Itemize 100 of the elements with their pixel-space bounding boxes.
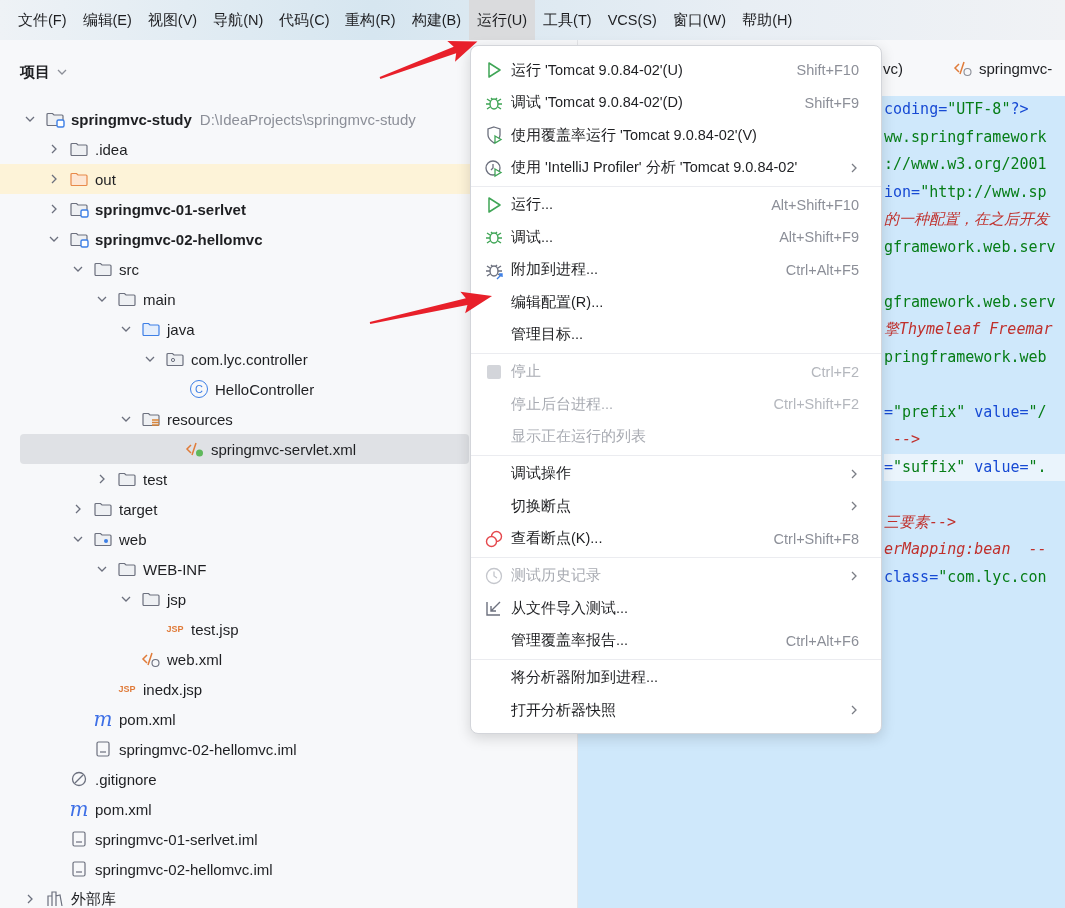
module-folder-icon xyxy=(69,200,89,218)
folder-icon xyxy=(165,350,185,368)
tree-item[interactable]: springmvc-02-hellomvc.iml xyxy=(0,734,577,764)
tree-item-label: springmvc-01-serlvet xyxy=(95,200,246,218)
xml-file-icon xyxy=(141,650,161,668)
maven-file-icon: m xyxy=(93,710,113,728)
code-line: gframework.web.serv xyxy=(884,237,1056,256)
module-folder-icon xyxy=(69,230,89,248)
tree-item[interactable]: m pom.xml xyxy=(0,794,577,824)
tree-item[interactable]: springmvc-01-serlvet.iml xyxy=(0,824,577,854)
menu-bar-item[interactable]: 帮助(H) xyxy=(734,0,801,40)
tree-item-label: springmvc-servlet.xml xyxy=(211,440,357,458)
tree-item-label: pom.xml xyxy=(95,800,152,818)
menu-item[interactable]: 管理目标... xyxy=(471,318,881,351)
tree-item-label: test.jsp xyxy=(191,620,239,638)
menu-bar-item[interactable]: 运行(U) xyxy=(468,0,536,40)
menu-bar-item[interactable]: 文件(F) xyxy=(10,0,75,40)
tree-item[interactable]: .gitignore xyxy=(0,764,577,794)
project-path: D:\IdeaProjects\springmvc-study xyxy=(199,110,416,128)
jsp-file-icon: JSP xyxy=(166,624,184,634)
menu-item[interactable]: 使用覆盖率运行 'Tomcat 9.0.84-02'(V) xyxy=(471,119,881,152)
tree-item-label: com.lyc.controller xyxy=(191,350,308,368)
menu-item[interactable]: 管理覆盖率报告... Ctrl+Alt+F6 xyxy=(471,624,881,657)
tree-item[interactable]: springmvc-02-hellomvc.iml xyxy=(0,854,577,884)
tree-item-label: springmvc-02-hellomvc xyxy=(95,230,263,248)
code-line: pringframework.web xyxy=(884,347,1047,366)
library-icon xyxy=(46,890,64,908)
menu-item[interactable]: 查看断点(K)... Ctrl+Shift+F8 xyxy=(471,522,881,555)
code-line: coding="UTF-8"?> xyxy=(884,100,1029,118)
folder-icon xyxy=(69,170,89,188)
tree-item-label: out xyxy=(95,170,116,188)
code-line: ="prefix" value="/ xyxy=(884,402,1047,421)
menu-bar-item[interactable]: VCS(S) xyxy=(599,0,665,40)
folder-icon xyxy=(93,260,113,278)
maven-file-icon: m xyxy=(69,800,89,818)
menu-item[interactable]: 打开分析器快照 xyxy=(471,694,881,727)
code-line: ="suffix" value=". xyxy=(884,457,1047,476)
editor-tab[interactable]: vc) xyxy=(883,59,903,77)
shortcut-label: Alt+Shift+F10 xyxy=(771,196,859,213)
tree-item[interactable]: 外部库 xyxy=(0,884,577,908)
folder-icon xyxy=(69,140,89,158)
file-icon xyxy=(70,830,88,848)
shortcut-label: Ctrl+Shift+F8 xyxy=(773,530,859,547)
code-line: erMapping:bean -- xyxy=(884,540,1047,558)
module-folder-icon xyxy=(45,110,65,128)
shortcut-label: Alt+Shift+F9 xyxy=(779,229,859,246)
tree-item-label: test xyxy=(143,470,168,488)
shortcut-label: Shift+F9 xyxy=(804,94,859,111)
menu-item[interactable]: 切换断点 xyxy=(471,490,881,523)
menu-item[interactable]: 运行 'Tomcat 9.0.84-02'(U) Shift+F10 xyxy=(471,54,881,87)
menu-item[interactable]: 调试操作 xyxy=(471,457,881,490)
tree-item-label: src xyxy=(119,260,139,278)
code-line: ://www.w3.org/2001 xyxy=(884,155,1047,173)
tree-item-label: WEB-INF xyxy=(143,560,207,578)
jsp-file-icon: JSP xyxy=(118,684,136,694)
tree-item-label: HelloController xyxy=(215,380,315,398)
tree-item-label: .idea xyxy=(95,140,128,158)
tree-item-label: main xyxy=(143,290,176,308)
tree-item-label: jsp xyxy=(167,590,187,608)
menu-bar-item[interactable]: 工具(T) xyxy=(535,0,600,40)
shortcut-label: Ctrl+Alt+F6 xyxy=(785,632,859,649)
code-line: --> xyxy=(892,430,921,448)
xml-file-icon xyxy=(953,59,973,77)
menu-bar-item[interactable]: 视图(V) xyxy=(139,0,206,40)
menu-item[interactable]: 调试... Alt+Shift+F9 xyxy=(471,221,881,254)
folder-icon xyxy=(117,290,137,308)
tree-item-label: java xyxy=(167,320,195,338)
shortcut-label: Ctrl+Shift+F2 xyxy=(773,396,859,413)
tree-item[interactable]: springmvc-servlet.xml xyxy=(20,434,469,464)
menu-item[interactable]: 编辑配置(R)... xyxy=(471,286,881,319)
menu-item[interactable]: 附加到进程... Ctrl+Alt+F5 xyxy=(471,253,881,286)
file-icon xyxy=(94,740,112,758)
editor-tab[interactable]: springmvc- xyxy=(953,59,1053,77)
folder-icon xyxy=(117,560,137,578)
shortcut-label: Ctrl+Alt+F5 xyxy=(785,261,859,278)
folder-icon xyxy=(141,410,161,428)
folder-icon xyxy=(93,530,113,548)
profiler-icon xyxy=(484,157,504,178)
code-line: 的一种配置，在之后开发 xyxy=(884,210,1049,228)
menu-bar-item[interactable]: 编辑(E) xyxy=(74,0,140,40)
menu-item[interactable]: 将分析器附加到进程... xyxy=(471,661,881,694)
shortcut-label: Ctrl+F2 xyxy=(811,363,859,380)
tree-item-label: 外部库 xyxy=(71,889,116,908)
tree-item-label: resources xyxy=(167,410,233,428)
menu-item[interactable]: 从文件导入测试... xyxy=(471,592,881,625)
menu-bar-item[interactable]: 重构(R) xyxy=(337,0,404,40)
menu-bar-item[interactable]: 导航(N) xyxy=(205,0,272,40)
tree-item-label: springmvc-01-serlvet.iml xyxy=(95,830,258,848)
menu-bar-item[interactable]: 构建(B) xyxy=(403,0,469,40)
tree-item-label: inedx.jsp xyxy=(143,680,203,698)
file-icon xyxy=(70,860,88,878)
code-line: class="com.lyc.con xyxy=(884,567,1047,586)
menu-item[interactable]: 调试 'Tomcat 9.0.84-02'(D) Shift+F9 xyxy=(471,86,881,119)
menu-bar-item[interactable]: 代码(C) xyxy=(271,0,338,40)
ignored-file-icon xyxy=(70,770,88,788)
menu-bar-item[interactable]: 窗口(W) xyxy=(664,0,735,40)
panel-title[interactable]: 项目 xyxy=(20,62,50,82)
breakpoints-icon xyxy=(484,528,504,549)
code-line: 擎Thymeleaf Freemar xyxy=(884,320,1053,338)
folder-icon xyxy=(141,590,161,608)
